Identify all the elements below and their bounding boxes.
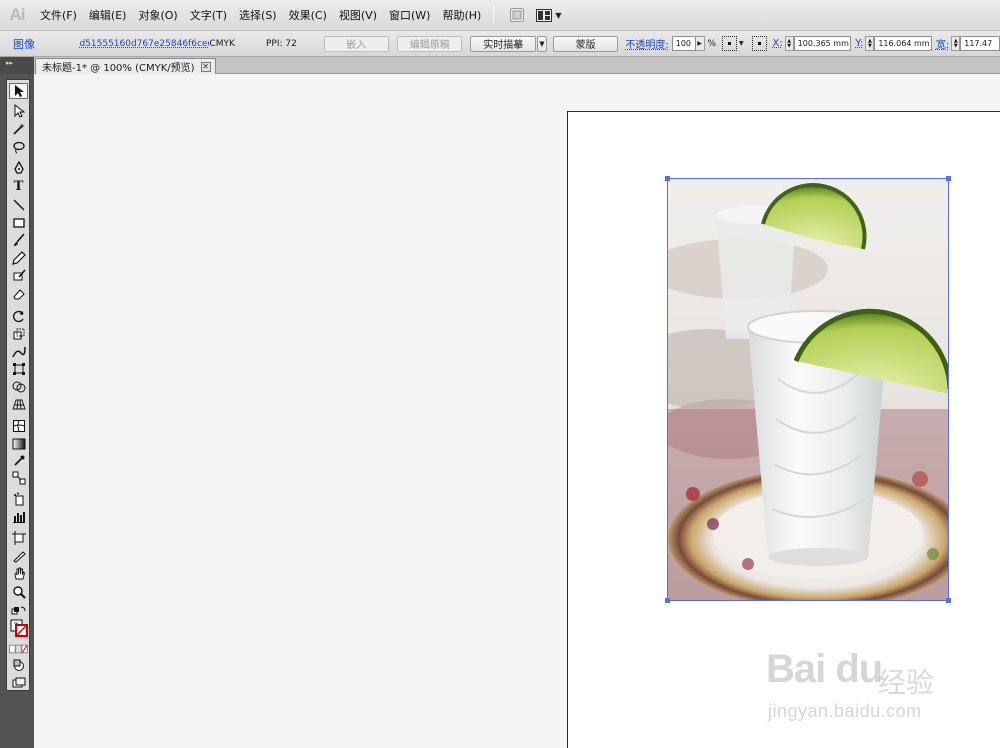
blob-brush-tool-icon[interactable]: [9, 268, 28, 284]
magic-wand-tool-icon[interactable]: [9, 121, 28, 137]
chevron-down-icon[interactable]: ▼: [739, 40, 744, 47]
menu-effect[interactable]: 效果(C): [283, 0, 333, 31]
pencil-tool-icon[interactable]: [9, 250, 28, 266]
width-spinner[interactable]: ▲ ▼: [951, 36, 961, 51]
column-graph-tool-icon[interactable]: [9, 509, 28, 525]
opacity-unit: %: [707, 38, 717, 49]
live-trace-button[interactable]: 实时描摹: [470, 35, 536, 52]
width-field[interactable]: 117.47: [960, 36, 1000, 51]
symbol-sprayer-tool-icon[interactable]: [9, 491, 28, 507]
canvas-area[interactable]: Bai du 经验 jingyan.baidu.com: [34, 74, 1000, 748]
y-label: Y:: [855, 38, 864, 49]
y-spinner[interactable]: ▲ ▼: [865, 36, 875, 51]
opacity-slider-arrow[interactable]: ▶: [695, 36, 705, 51]
eyedropper-tool-icon[interactable]: [9, 453, 28, 469]
placed-image[interactable]: [668, 179, 948, 600]
rotate-tool-icon[interactable]: [9, 308, 28, 324]
arrange-documents-icon: [536, 8, 553, 22]
x-position-field[interactable]: 100.365 mm: [793, 36, 852, 51]
panel-collapse-icon[interactable]: ▸▸: [0, 57, 34, 74]
opacity-label[interactable]: 不透明度:: [625, 36, 668, 51]
document-tab-strip: ▸▸ 未标题-1* @ 100% (CMYK/预览) ✕: [0, 57, 1000, 74]
chevron-right-icon: ▶: [697, 40, 702, 47]
artboard-tool-icon[interactable]: [9, 530, 28, 546]
transform-reference-icon[interactable]: [751, 36, 767, 51]
mesh-tool-icon[interactable]: [9, 418, 28, 434]
eraser-tool-icon[interactable]: [9, 286, 28, 302]
ppi-label: PPI: 72: [265, 38, 297, 49]
lasso-tool-icon[interactable]: [9, 139, 28, 155]
screen-mode-icon[interactable]: [9, 675, 28, 691]
x-spinner[interactable]: ▲ ▼: [784, 36, 794, 51]
reference-point-icon[interactable]: [722, 36, 737, 51]
chevron-down-icon: ▼: [555, 10, 562, 20]
type-tool-icon[interactable]: T: [9, 178, 28, 194]
tools-panel-body: T ?: [6, 79, 30, 691]
direct-selection-tool-icon[interactable]: [9, 103, 28, 119]
embed-button[interactable]: 嵌入: [323, 35, 389, 52]
hand-tool-icon[interactable]: [9, 566, 28, 582]
menu-select[interactable]: 选择(S): [233, 0, 283, 31]
y-position-field[interactable]: 116.064 mm: [874, 36, 932, 51]
fill-stroke-swatch-icon[interactable]: ?: [9, 618, 28, 638]
pen-tool-icon[interactable]: [9, 160, 28, 176]
tools-panel: T ?: [0, 74, 34, 748]
menu-window[interactable]: 窗口(W): [383, 0, 436, 31]
linked-file-name[interactable]: d51555160d767e25846f6ceccca...: [79, 39, 209, 49]
warp-tool-icon[interactable]: [9, 344, 28, 360]
chevron-down-icon: ▼: [539, 39, 545, 48]
document-tab[interactable]: 未标题-1* @ 100% (CMYK/预览) ✕: [35, 58, 216, 74]
line-tool-icon[interactable]: [9, 197, 28, 213]
paintbrush-tool-icon[interactable]: [9, 232, 28, 248]
x-label: X:: [772, 38, 783, 49]
blend-tool-icon[interactable]: [9, 470, 28, 486]
width-label: 宽:: [935, 40, 950, 51]
slice-tool-icon[interactable]: [9, 548, 28, 564]
rectangle-tool-icon[interactable]: [9, 215, 28, 231]
menu-bar: Ai 文件(F) 编辑(E) 对象(O) 文字(T) 选择(S) 效果(C) 视…: [0, 0, 1000, 31]
free-transform-tool-icon[interactable]: [9, 361, 28, 377]
menu-view[interactable]: 视图(V): [333, 0, 383, 31]
control-bar: 图像 d51555160d767e25846f6ceccca... CMYK P…: [0, 31, 1000, 57]
scale-tool-icon[interactable]: [9, 326, 28, 342]
menu-separator: [493, 6, 495, 24]
app-logo: Ai: [9, 5, 26, 24]
zoom-tool-icon[interactable]: [9, 584, 28, 600]
mask-button[interactable]: 蒙版: [552, 35, 619, 52]
object-type-label: 图像: [13, 37, 35, 51]
perspective-grid-tool-icon[interactable]: [9, 396, 28, 412]
opacity-field[interactable]: 100: [671, 36, 696, 51]
draw-mode-icon[interactable]: [9, 657, 28, 673]
menu-type[interactable]: 文字(T): [184, 0, 233, 31]
trace-presets-dropdown[interactable]: ▼: [536, 35, 547, 52]
menu-help[interactable]: 帮助(H): [436, 0, 487, 31]
shape-builder-tool-icon[interactable]: [9, 379, 28, 395]
bridge-icon[interactable]: [510, 8, 525, 22]
color-mode-label: CMYK: [209, 38, 235, 49]
close-icon[interactable]: ✕: [200, 61, 211, 72]
selection-tool-icon[interactable]: [9, 83, 28, 99]
menu-file[interactable]: 文件(F): [34, 0, 83, 31]
document-tab-title: 未标题-1* @ 100% (CMYK/预览): [42, 63, 195, 74]
swap-fill-stroke-icon[interactable]: [9, 602, 28, 618]
menu-edit[interactable]: 编辑(E): [83, 0, 133, 31]
gradient-tool-icon[interactable]: [9, 436, 28, 452]
edit-original-button[interactable]: 编辑原稿: [396, 35, 463, 52]
menu-object[interactable]: 对象(O): [132, 0, 183, 31]
arrange-documents-button[interactable]: ▼: [536, 8, 562, 22]
color-mode-buttons-icon[interactable]: [9, 641, 28, 657]
